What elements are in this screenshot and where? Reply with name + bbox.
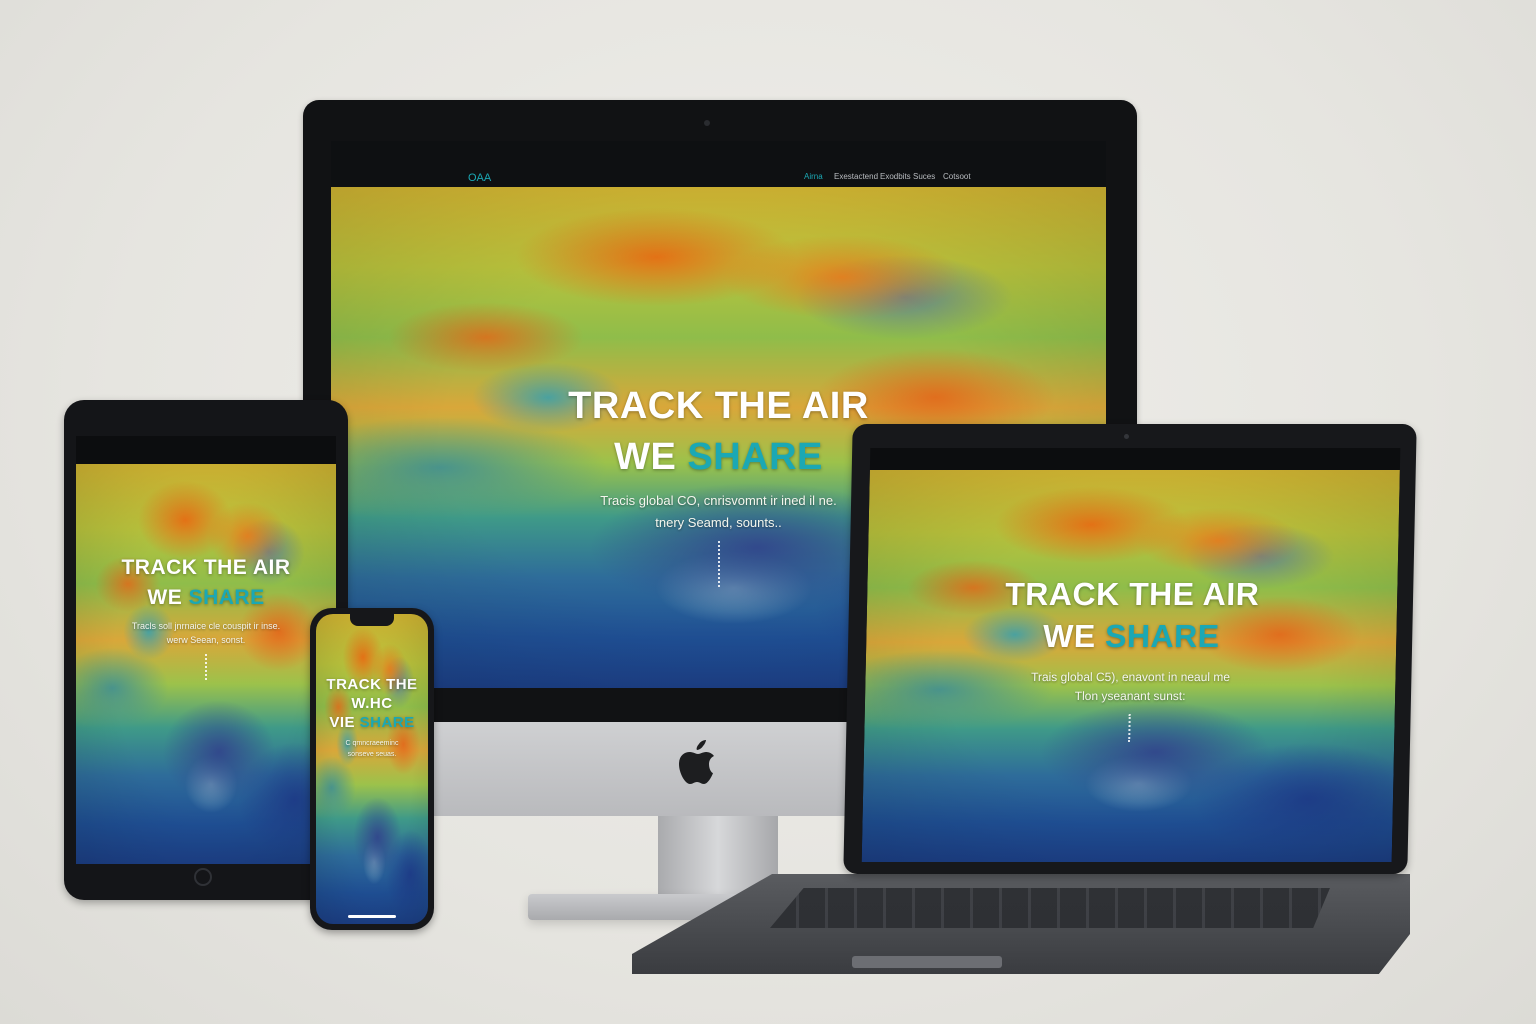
laptop-scroll-indicator[interactable] bbox=[1128, 714, 1133, 742]
phone-screen: TRACK THE W.HC VIE SHARE C qmncraeeminc … bbox=[316, 614, 428, 924]
phone-hero-sub-1: C qmncraeeminc bbox=[345, 740, 399, 747]
phone-home-indicator[interactable] bbox=[348, 915, 396, 918]
phone-hero-heatmap: TRACK THE W.HC VIE SHARE C qmncraeeminc … bbox=[316, 614, 428, 924]
desktop-hero-we: WE bbox=[614, 436, 677, 478]
laptop-hero-line2: WE SHARE bbox=[866, 618, 1397, 655]
tablet-hero-heatmap: TRACK THE AIR WE SHARE Tracls soll jnrna… bbox=[76, 464, 336, 864]
nav-link-2[interactable]: Exestactend bbox=[834, 172, 878, 181]
desktop-hero-line1: TRACK THE AIR bbox=[568, 385, 869, 427]
laptop-screen: TRACK THE AIR WE SHARE Trais global C5),… bbox=[861, 448, 1401, 862]
desktop-hero-share: SHARE bbox=[687, 436, 823, 478]
imac-camera bbox=[704, 120, 710, 126]
phone-notch bbox=[350, 614, 394, 626]
desktop-scroll-indicator[interactable] bbox=[717, 541, 722, 587]
laptop-camera bbox=[1124, 434, 1129, 439]
phone-hero-sub-2: sonseve seuas. bbox=[347, 751, 397, 758]
tablet-hero-line1: TRACK THE AIR bbox=[121, 556, 291, 579]
laptop-hero-share: SHARE bbox=[1104, 618, 1220, 654]
nav-link-4[interactable]: Suces bbox=[913, 172, 935, 181]
laptop-hero-we: WE bbox=[1042, 618, 1097, 654]
nav-link-5[interactable]: Cotsoot bbox=[943, 172, 971, 181]
phone-hero-share: SHARE bbox=[359, 714, 415, 731]
tablet-home-button[interactable] bbox=[194, 868, 212, 886]
laptop-hero-sub-1: Trais global C5), enavont in neaul me bbox=[1030, 670, 1231, 684]
phone-hero-line3: VIE SHARE bbox=[316, 714, 428, 731]
tablet-scroll-indicator[interactable] bbox=[205, 654, 209, 680]
tablet-screen: TRACK THE AIR WE SHARE Tracls soll jnrna… bbox=[76, 436, 336, 864]
tablet-hero-sub-2: werw Seean, sonst. bbox=[166, 635, 246, 645]
laptop-hero-heatmap: TRACK THE AIR WE SHARE Trais global C5),… bbox=[861, 470, 1400, 862]
tablet-hero-sub-1: Tracls soll jnrnaice cle couspit ir inse… bbox=[131, 621, 281, 631]
laptop-hero-line1: TRACK THE AIR bbox=[1004, 576, 1260, 612]
tablet-hero-share: SHARE bbox=[188, 586, 265, 609]
apple-logo-icon bbox=[679, 740, 714, 784]
phone-hero-line1: TRACK THE bbox=[326, 676, 418, 693]
phone-hero-line2: W.HC bbox=[351, 695, 393, 712]
nav-link-1[interactable]: Airna bbox=[804, 172, 823, 181]
laptop-hinge-notch bbox=[852, 956, 1002, 968]
laptop-keyboard bbox=[770, 888, 1330, 928]
laptop-hero-sub-2: Tlon yseanant sunst: bbox=[1074, 689, 1186, 703]
site-logo[interactable]: OAA bbox=[468, 172, 491, 184]
tablet-hero-we: WE bbox=[147, 586, 183, 609]
desktop-navbar: OAA Airna Exestactend Exodbits Suces Cot… bbox=[331, 141, 1106, 187]
tablet-hero-line2: WE SHARE bbox=[76, 586, 336, 610]
phone-hero-vie: VIE bbox=[329, 714, 355, 731]
nav-link-3[interactable]: Exodbits bbox=[880, 172, 911, 181]
